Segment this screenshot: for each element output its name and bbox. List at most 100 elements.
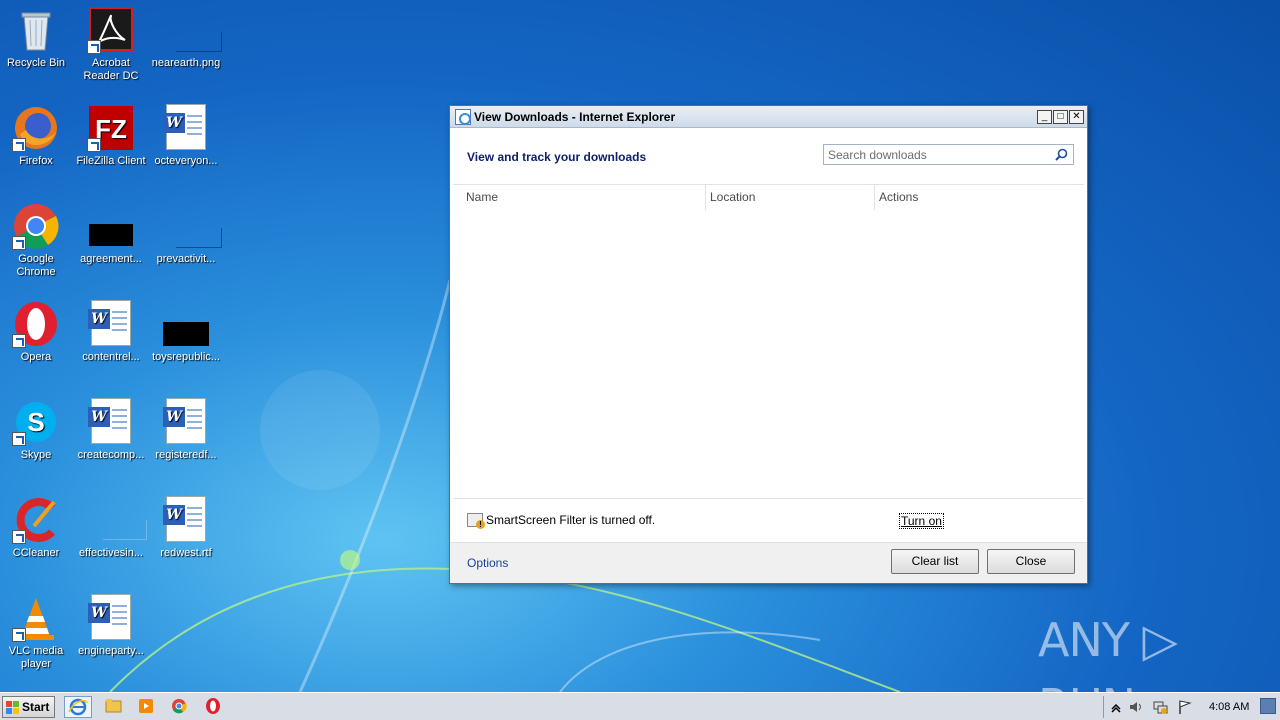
taskbar-explorer[interactable] — [100, 696, 128, 718]
vlc-cone-icon — [12, 594, 60, 642]
desktop-icon-label: Skype — [20, 449, 52, 461]
desktop-icon-chrome[interactable]: Google Chrome — [0, 202, 74, 279]
taskbar-opera[interactable] — [199, 696, 227, 718]
shortcut-arrow-icon — [87, 138, 101, 152]
smartscreen-status-text: SmartScreen Filter is turned off. — [486, 513, 656, 527]
taskbar-media-player[interactable] — [133, 696, 161, 718]
desktop-icon-label: VLC media player — [8, 645, 64, 670]
desktop-icon-redwest[interactable]: W redwest.rtf — [148, 496, 224, 560]
dialog-titlebar[interactable]: View Downloads - Internet Explorer _ □ ✕ — [450, 106, 1087, 128]
desktop-icon-label: prevactivit... — [156, 253, 216, 265]
desktop-icon-skype[interactable]: S Skype — [0, 398, 74, 462]
desktop-icon-label: Google Chrome — [16, 253, 56, 278]
downloads-heading: View and track your downloads — [467, 150, 647, 164]
desktop-icon-vlc[interactable]: VLC media player — [0, 594, 74, 671]
turn-on-smartscreen-link[interactable]: Turn on — [899, 513, 944, 529]
close-button[interactable]: Close — [987, 549, 1075, 574]
svg-text:S: S — [27, 407, 44, 437]
desktop-icon-label: nearearth.png — [151, 57, 221, 69]
desktop-icon-label: toysrepublic... — [152, 351, 220, 363]
desktop-icon-opera[interactable]: Opera — [0, 300, 74, 364]
internet-explorer-icon — [68, 698, 88, 716]
shortcut-arrow-icon — [87, 40, 101, 54]
search-icon[interactable] — [1055, 148, 1068, 161]
opera-icon — [206, 698, 220, 714]
blank-thumbnail-icon — [87, 496, 147, 544]
column-header-name[interactable]: Name — [456, 185, 498, 210]
taskbar: Start 4:08 AM — [0, 692, 1280, 720]
desktop-icon-acrobat[interactable]: Acrobat Reader DC — [73, 6, 149, 83]
anyrun-watermark: ANY ▷ RUN — [1038, 613, 1178, 720]
desktop-icon-label: effectivesin... — [79, 547, 143, 559]
recycle-bin-icon — [12, 6, 60, 54]
desktop-icon-engineparty[interactable]: W engineparty... — [73, 594, 149, 658]
column-header-location[interactable]: Location — [700, 185, 755, 210]
desktop-icon-label: Opera — [20, 351, 52, 363]
blank-thumbnail-icon — [162, 202, 222, 250]
clear-list-button[interactable]: Clear list — [891, 549, 979, 574]
desktop-icon-label: FileZilla Client — [76, 155, 146, 167]
close-window-button[interactable]: ✕ — [1069, 110, 1084, 124]
column-header-actions[interactable]: Actions — [869, 185, 918, 210]
dialog-title: View Downloads - Internet Explorer — [474, 110, 676, 124]
desktop-icon-firefox[interactable]: Firefox — [0, 104, 74, 168]
word-document-icon: W — [162, 398, 210, 446]
taskbar-chrome[interactable] — [166, 696, 194, 718]
blank-thumbnail-icon — [162, 6, 222, 54]
word-document-icon: W — [87, 398, 135, 446]
desktop-icon-ccleaner[interactable]: CCleaner — [0, 496, 74, 560]
desktop-icon-filezilla[interactable]: FZ FileZilla Client — [73, 104, 149, 168]
show-desktop-button[interactable] — [1260, 698, 1276, 714]
chrome-icon — [12, 202, 60, 250]
black-image-thumbnail-icon — [162, 300, 210, 348]
word-document-icon: W — [162, 104, 210, 152]
desktop-icon-label: agreement... — [80, 253, 142, 265]
desktop-icon-createcomp[interactable]: W createcomp... — [73, 398, 149, 462]
desktop-icon-label: octeveryon... — [154, 155, 218, 167]
network-icon[interactable] — [1152, 699, 1168, 715]
filezilla-icon: FZ — [87, 104, 135, 152]
maximize-button[interactable]: □ — [1053, 110, 1068, 124]
windows-logo-icon — [6, 701, 19, 714]
desktop-icon-effectivesin[interactable]: effectivesin... — [73, 496, 149, 560]
minimize-button[interactable]: _ — [1037, 110, 1052, 124]
desktop-icon-label: CCleaner — [12, 547, 60, 559]
desktop-icon-agreement[interactable]: agreement... — [73, 202, 149, 266]
word-document-icon: W — [87, 594, 135, 642]
desktop-icon-contentrel[interactable]: W contentrel... — [73, 300, 149, 364]
desktop-icon-toysrepublic[interactable]: toysrepublic... — [148, 300, 224, 364]
acrobat-icon — [87, 6, 135, 54]
start-button[interactable]: Start — [2, 696, 55, 718]
desktop-icon-prevactivit[interactable]: prevactivit... — [148, 202, 224, 266]
action-center-flag-icon[interactable] — [1177, 699, 1193, 715]
opera-icon — [12, 300, 60, 348]
window-controls: _ □ ✕ — [1037, 110, 1084, 124]
desktop-icon-octeveryon[interactable]: W octeveryon... — [148, 104, 224, 168]
media-player-icon — [139, 699, 153, 713]
desktop-icon-label: Acrobat Reader DC — [83, 57, 139, 82]
taskbar-internet-explorer[interactable] — [64, 696, 92, 718]
shortcut-arrow-icon — [12, 432, 26, 446]
desktop-icon-recycle-bin[interactable]: Recycle Bin — [0, 6, 74, 70]
desktop-icon-label: registeredf... — [155, 449, 217, 461]
desktop-icon-label: contentrel... — [82, 351, 140, 363]
shortcut-arrow-icon — [12, 138, 26, 152]
search-downloads-input[interactable] — [824, 145, 1049, 164]
smartscreen-warning-icon — [467, 513, 485, 529]
desktop-icon-registeredf[interactable]: W registeredf... — [148, 398, 224, 462]
desktop-icon-nearearth[interactable]: nearearth.png — [148, 6, 224, 70]
downloads-list — [453, 209, 1084, 498]
downloads-column-headers: Name Location Actions — [453, 184, 1084, 210]
taskbar-clock[interactable]: 4:08 AM — [1209, 701, 1249, 713]
skype-icon: S — [12, 398, 60, 446]
view-downloads-dialog: View Downloads - Internet Explorer _ □ ✕… — [449, 105, 1088, 584]
chevron-up-icon[interactable] — [1108, 699, 1124, 715]
start-label: Start — [22, 700, 50, 714]
desktop-icon-label: createcomp... — [77, 449, 145, 461]
desktop-icon-label: engineparty... — [78, 645, 144, 657]
dialog-header: View and track your downloads — [450, 128, 1087, 184]
firefox-icon — [12, 104, 60, 152]
speaker-volume-icon[interactable] — [1128, 699, 1144, 715]
search-box — [823, 144, 1074, 165]
options-link[interactable]: Options — [467, 556, 508, 570]
